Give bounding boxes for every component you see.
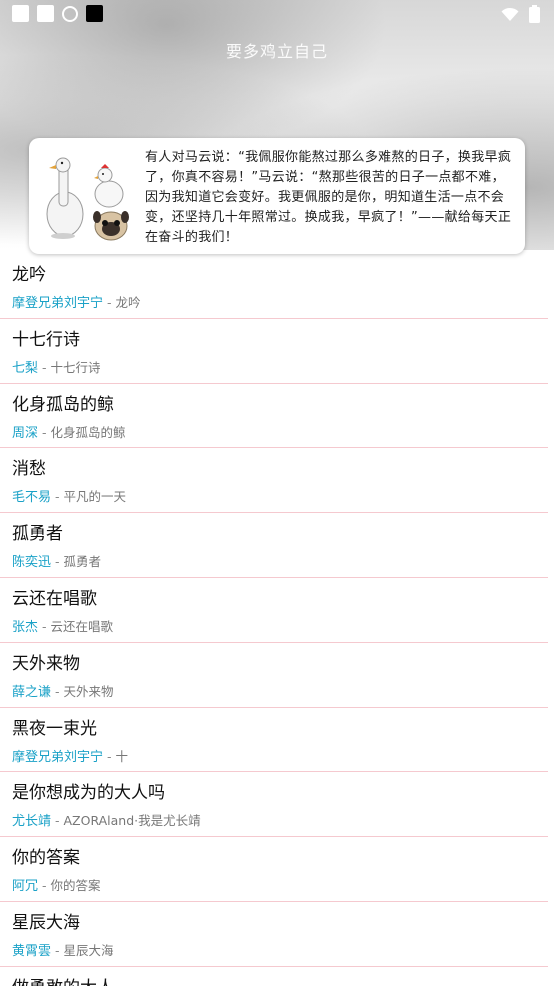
wifi-icon — [501, 7, 519, 21]
quote-card[interactable]: 有人对马云说：“我佩服你能熬过那么多难熬的日子，换我早疯了，你真不容易！”马云说… — [29, 138, 525, 254]
song-album: 你的答案 — [50, 878, 101, 894]
song-list: 龙吟 摩登兄弟刘宇宁 - 龙吟 十七行诗 七梨 - 十七行诗 化身孤岛的鲸 周深 - 化身… — [0, 254, 554, 986]
song-list-item[interactable]: 星辰大海 黄霄雲 - 星辰大海 — [0, 902, 548, 967]
song-subtitle: 毛不易 - 平凡的一天 — [12, 486, 126, 505]
song-list-item[interactable]: 化身孤岛的鲸 周深 - 化身孤岛的鲸 — [0, 384, 548, 449]
song-title: 黑夜一束光 — [12, 718, 97, 739]
song-album: 孤勇者 — [63, 554, 101, 570]
artist-album-separator: - — [38, 424, 51, 440]
song-subtitle: 薛之谦 - 天外来物 — [12, 681, 114, 700]
song-artist: 尤长靖 — [12, 814, 52, 830]
song-album: 平凡的一天 — [63, 489, 126, 505]
song-artist: 摩登兄弟刘宇宁 — [12, 296, 104, 311]
artist-album-separator: - — [38, 618, 51, 634]
song-artist: 阿冗 — [12, 879, 39, 895]
song-list-item[interactable]: 云还在唱歌 张杰 - 云还在唱歌 — [0, 578, 548, 643]
artist-album-separator: - — [38, 878, 51, 894]
song-title: 做勇敢的大人 — [12, 973, 114, 986]
status-bar-left — [12, 5, 103, 22]
app-screen: 要多鸡立自己 有人对马云说：“我佩服你能熬过那么多难熬的日子，换我早疯了，你真不… — [0, 0, 554, 986]
song-album: 十 — [115, 748, 128, 764]
quote-text: 有人对马云说：“我佩服你能熬过那么多难熬的日子，换我早疯了，你真不容易！”马云说… — [145, 150, 512, 245]
song-title: 孤勇者 — [12, 524, 63, 545]
notification-square-icon — [12, 5, 29, 22]
song-subtitle: 尤长靖 - AZORAland·我是尤长靖 — [12, 810, 201, 829]
song-list-item[interactable]: 做勇敢的大人 — [0, 967, 548, 986]
song-list-item[interactable]: 孤勇者 陈奕迅 - 孤勇者 — [0, 513, 548, 578]
song-artist: 黄霄雲 — [12, 943, 52, 959]
song-artist: 毛不易 — [12, 490, 52, 506]
artist-album-separator: - — [38, 359, 51, 375]
battery-icon — [529, 5, 540, 23]
artist-album-separator: - — [51, 554, 64, 570]
song-subtitle: 七梨 - 十七行诗 — [12, 357, 101, 376]
song-subtitle: 阿冗 - 你的答案 — [12, 875, 101, 894]
sync-icon — [62, 5, 78, 22]
artist-album-separator: - — [103, 748, 116, 764]
song-title: 你的答案 — [12, 848, 80, 869]
song-title: 星辰大海 — [12, 912, 80, 933]
song-album: 化身孤岛的鲸 — [50, 424, 126, 440]
song-artist: 薛之谦 — [12, 684, 52, 700]
song-album: AZORAland·我是尤长靖 — [63, 813, 201, 829]
header-title: 要多鸡立自己 — [225, 42, 328, 61]
artist-album-separator: - — [51, 489, 64, 505]
status-bar-right — [501, 5, 540, 23]
song-album: 十七行诗 — [50, 359, 101, 375]
song-title: 龙吟 — [12, 265, 46, 285]
artist-album-separator: - — [103, 295, 116, 310]
song-title: 云还在唱歌 — [12, 588, 97, 609]
artist-album-separator: - — [51, 813, 64, 829]
song-album: 龙吟 — [115, 295, 141, 310]
song-list-item[interactable]: 天外来物 薛之谦 - 天外来物 — [0, 643, 548, 708]
song-subtitle: 黄霄雲 - 星辰大海 — [12, 940, 114, 959]
song-title: 化身孤岛的鲸 — [12, 394, 114, 415]
song-list-item[interactable]: 十七行诗 七梨 - 十七行诗 — [0, 319, 548, 384]
song-album: 天外来物 — [63, 683, 114, 699]
song-subtitle: 摩登兄弟刘宇宁 - 十 — [12, 746, 128, 765]
notification-square-icon — [37, 5, 54, 22]
black-square-icon — [86, 5, 103, 22]
goose-and-pug-illustration — [46, 157, 129, 241]
song-album: 云还在唱歌 — [50, 618, 113, 634]
song-subtitle: 陈奕迅 - 孤勇者 — [12, 551, 101, 570]
status-bar — [0, 0, 554, 30]
song-artist: 摩登兄弟刘宇宁 — [12, 749, 104, 765]
song-list-item[interactable]: 黑夜一束光摩登兄弟刘宇宁 - 十 — [0, 708, 548, 773]
artist-album-separator: - — [51, 683, 64, 699]
song-list-item[interactable]: 龙吟 摩登兄弟刘宇宁 - 龙吟 — [0, 254, 548, 319]
song-list-item[interactable]: 是你想成为的大人吗尤长靖 - AZORAland·我是尤长靖 — [0, 772, 548, 838]
song-album: 星辰大海 — [63, 942, 114, 958]
song-subtitle: 摩登兄弟刘宇宁 - 龙吟 — [12, 292, 141, 311]
song-title: 是你想成为的大人吗 — [12, 783, 165, 804]
song-title: 消愁 — [12, 459, 46, 480]
song-subtitle: 周深 - 化身孤岛的鲸 — [12, 422, 126, 441]
song-artist: 陈奕迅 — [12, 555, 52, 571]
song-list-item[interactable]: 消愁毛不易 - 平凡的一天 — [0, 448, 548, 514]
artist-album-separator: - — [51, 942, 64, 958]
song-subtitle: 张杰 - 云还在唱歌 — [12, 616, 113, 635]
song-artist: 周深 — [12, 425, 39, 441]
song-artist: 七梨 — [12, 360, 39, 376]
song-artist: 张杰 — [12, 619, 39, 635]
song-title: 天外来物 — [12, 653, 80, 674]
song-title: 十七行诗 — [12, 329, 80, 350]
song-list-item[interactable]: 你的答案 阿冗 - 你的答案 — [0, 837, 548, 902]
